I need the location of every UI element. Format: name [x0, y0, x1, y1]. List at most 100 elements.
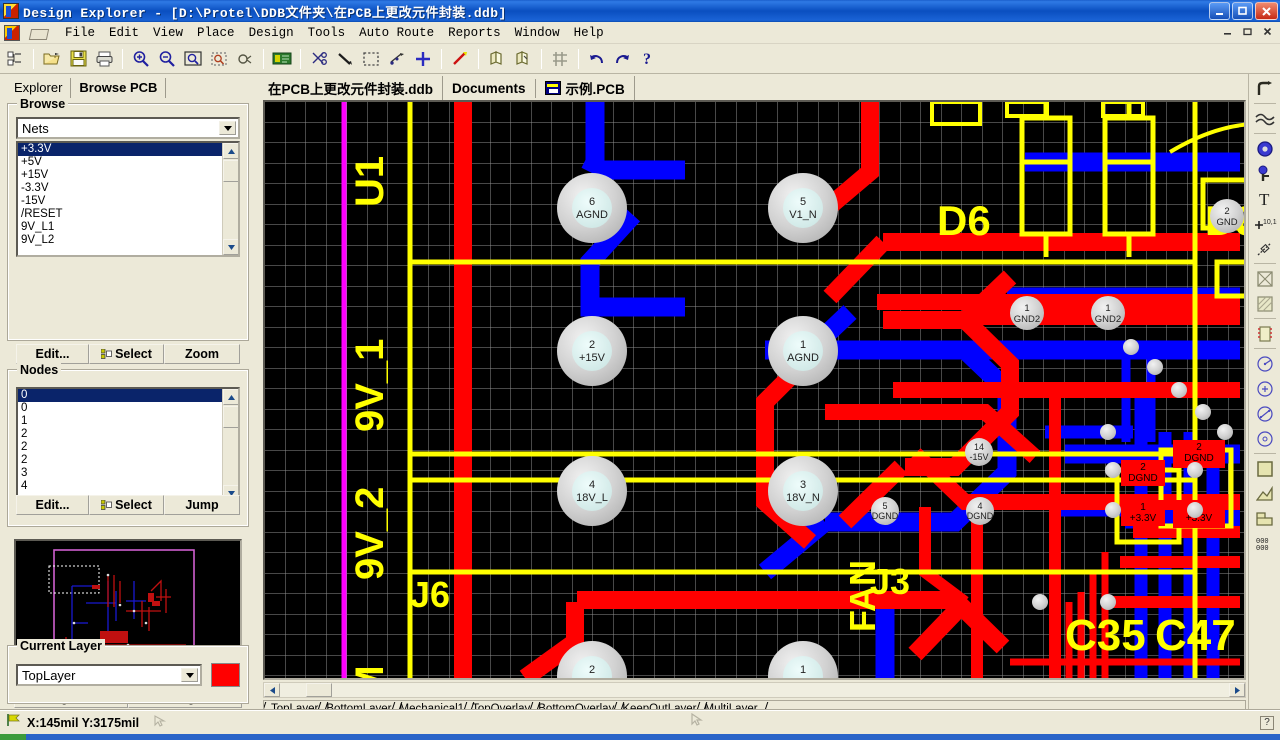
place-arc-center-icon[interactable] — [1252, 351, 1278, 376]
menu-item-window[interactable]: Window — [508, 24, 567, 42]
list-item[interactable]: 2 — [18, 428, 238, 441]
grid-icon[interactable] — [548, 47, 572, 71]
doc-tab-documents[interactable]: Documents — [443, 79, 536, 98]
paste-icon[interactable] — [333, 47, 357, 71]
menu-item-design[interactable]: Design — [242, 24, 301, 42]
nodes-jump-button[interactable]: Jump — [164, 495, 240, 515]
current-layer-color-swatch[interactable] — [211, 663, 240, 687]
mdi-restore-button[interactable] — [1239, 24, 1256, 39]
menu-item-auto-route[interactable]: Auto Route — [352, 24, 441, 42]
place-full-circle-icon[interactable] — [1252, 426, 1278, 451]
move-icon[interactable] — [385, 47, 409, 71]
maximize-button[interactable] — [1232, 2, 1253, 20]
menu-item-help[interactable]: Help — [567, 24, 611, 42]
open-icon[interactable] — [40, 47, 64, 71]
tab-explorer[interactable]: Explorer — [6, 78, 71, 98]
menu-item-file[interactable]: File — [58, 24, 102, 42]
help-icon[interactable]: ? — [637, 47, 661, 71]
place-arc-edge-icon[interactable] — [1252, 376, 1278, 401]
view-3d-icon[interactable] — [270, 47, 294, 71]
scroll-down-icon[interactable] — [223, 239, 239, 255]
print-icon[interactable] — [92, 47, 116, 71]
mdi-minimize-button[interactable] — [1219, 24, 1236, 39]
place-arc-any-icon[interactable] — [1252, 401, 1278, 426]
tab-browse-pcb[interactable]: Browse PCB — [71, 78, 166, 98]
nets-select-button[interactable]: Select — [89, 344, 164, 364]
undo-icon[interactable] — [585, 47, 609, 71]
select-area-icon[interactable] — [359, 47, 383, 71]
place-array-icon[interactable]: 000000 — [1252, 531, 1278, 556]
close-button[interactable] — [1255, 2, 1278, 20]
list-item[interactable]: 4 — [18, 480, 238, 493]
zoom-in-icon[interactable] — [129, 47, 153, 71]
chevron-down-icon[interactable] — [219, 121, 236, 135]
crosshair-icon[interactable] — [411, 47, 435, 71]
place-via-icon[interactable] — [1252, 161, 1278, 186]
list-item[interactable]: 2 — [18, 454, 238, 467]
place-fill-icon[interactable] — [1252, 456, 1278, 481]
nets-scrollbar[interactable] — [222, 143, 238, 255]
pcb-horizontal-scrollbar[interactable] — [263, 682, 1246, 698]
menu-item-place[interactable]: Place — [190, 24, 242, 42]
place-pad-icon[interactable] — [1252, 136, 1278, 161]
highlight-icon[interactable] — [448, 47, 472, 71]
menu-item-reports[interactable]: Reports — [441, 24, 508, 42]
scroll-thumb[interactable] — [223, 406, 239, 428]
browse-icon[interactable] — [3, 47, 27, 71]
help-status-icon[interactable]: ? — [1260, 716, 1274, 730]
chevron-down-icon[interactable] — [181, 668, 198, 682]
mdi-app-icon[interactable] — [4, 25, 20, 41]
mdi-close-button[interactable] — [1259, 24, 1276, 39]
pan-icon[interactable] — [233, 47, 257, 71]
list-item[interactable]: /RESET — [18, 208, 238, 221]
nets-listbox[interactable]: +3.3V +5V +15V -3.3V -15V /RESET 9V_L1 9… — [16, 141, 240, 257]
list-item[interactable]: 0 — [18, 402, 238, 415]
place-split-plane-icon[interactable] — [1252, 481, 1278, 506]
place-room-icon[interactable] — [1252, 506, 1278, 531]
current-layer-combo[interactable]: TopLayer — [16, 664, 202, 686]
nets-zoom-button[interactable]: Zoom — [164, 344, 240, 364]
scroll-left-icon[interactable] — [264, 683, 280, 697]
scroll-right-icon[interactable] — [1229, 683, 1245, 697]
zoom-selection-icon[interactable] — [207, 47, 231, 71]
place-interactive-routing-icon[interactable] — [1252, 76, 1278, 101]
list-item[interactable]: -15V — [18, 195, 238, 208]
list-item[interactable]: 3 — [18, 467, 238, 480]
doc-tab-ddb[interactable]: 在PCB上更改元件封装.ddb — [259, 76, 443, 100]
redo-icon[interactable] — [611, 47, 635, 71]
place-coordinate-icon[interactable]: 10,10 — [1252, 211, 1278, 236]
place-string-icon[interactable]: T — [1252, 186, 1278, 211]
list-item[interactable]: 9V_L2 — [18, 234, 238, 247]
nodes-listbox[interactable]: 0 0 1 2 2 2 3 4 — [16, 387, 240, 503]
scroll-up-icon[interactable] — [223, 389, 239, 405]
place-polygon-plane-icon[interactable] — [1252, 291, 1278, 316]
nodes-select-button[interactable]: Select — [89, 495, 164, 515]
list-item[interactable]: 9V_L1 — [18, 221, 238, 234]
list-item[interactable]: +3.3V — [18, 143, 238, 156]
place-dimension-icon[interactable] — [1252, 236, 1278, 261]
scroll-thumb[interactable] — [223, 160, 239, 182]
nodes-edit-button[interactable]: Edit... — [16, 495, 89, 515]
place-component-icon[interactable] — [1252, 321, 1278, 346]
pcb-canvas[interactable]: 2DGND 2DGND 1+3.3V 1+3.3V U1 9V_1 9V_2 L… — [263, 100, 1246, 680]
menu-item-tools[interactable]: Tools — [301, 24, 353, 42]
nets-edit-button[interactable]: Edit... — [16, 344, 89, 364]
scroll-up-icon[interactable] — [223, 143, 239, 159]
doc-tab-pcb[interactable]: 示例.PCB — [536, 76, 635, 100]
save-icon[interactable] — [66, 47, 90, 71]
hscroll-thumb[interactable] — [306, 683, 332, 697]
list-item[interactable]: 1 — [18, 415, 238, 428]
list-item[interactable]: +5V — [18, 156, 238, 169]
component-icon[interactable] — [511, 47, 535, 71]
zoom-out-icon[interactable] — [155, 47, 179, 71]
menu-item-view[interactable]: View — [146, 24, 190, 42]
minimize-button[interactable] — [1209, 2, 1230, 20]
browse-type-combo[interactable]: Nets — [16, 117, 240, 139]
cut-icon[interactable] — [307, 47, 331, 71]
netlist-icon[interactable] — [485, 47, 509, 71]
list-item[interactable]: -3.3V — [18, 182, 238, 195]
list-item[interactable]: +15V — [18, 169, 238, 182]
menu-item-edit[interactable]: Edit — [102, 24, 146, 42]
place-keepout-icon[interactable] — [1252, 266, 1278, 291]
list-item[interactable]: 2 — [18, 441, 238, 454]
